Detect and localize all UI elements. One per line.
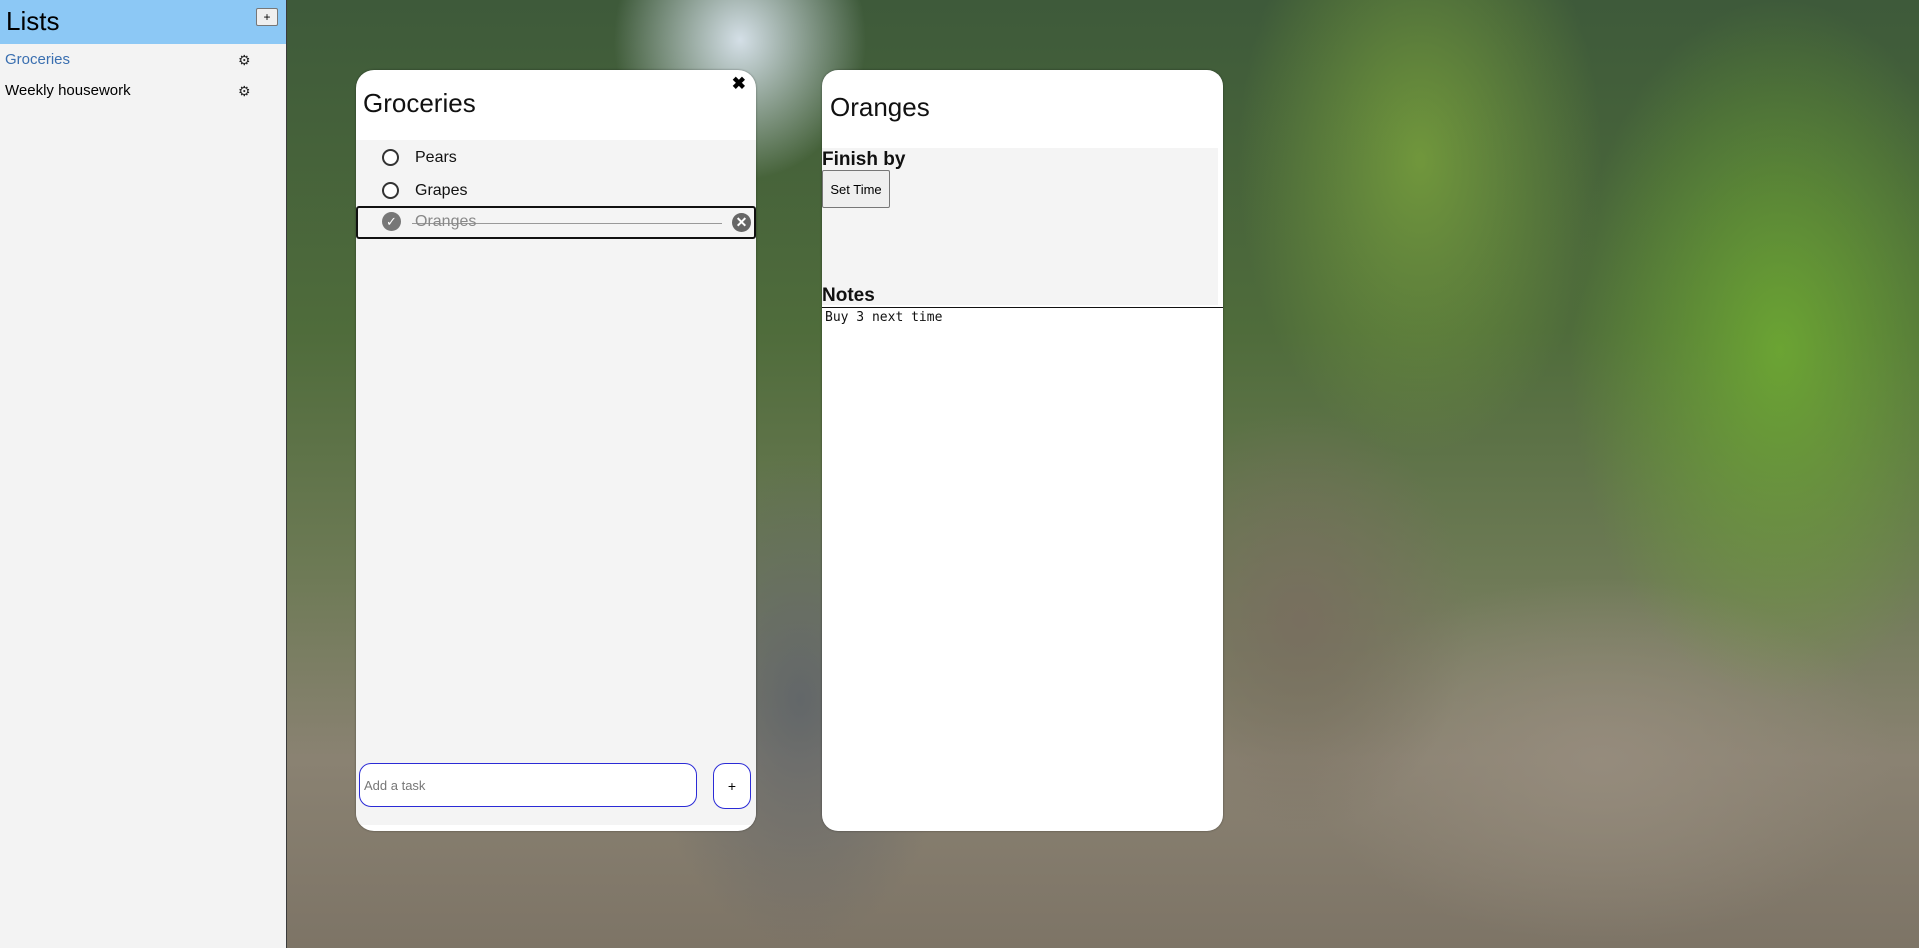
task-item-pears[interactable]: Pears xyxy=(356,142,756,174)
task-list: Pears Grapes ✓ Oranges ✕ xyxy=(356,140,756,825)
list-title: Groceries xyxy=(363,88,476,118)
finish-by-label: Finish by xyxy=(822,149,906,170)
sidebar-item-weekly-housework[interactable]: Weekly housework ⚙ xyxy=(0,76,260,104)
sidebar-header: Lists + xyxy=(0,0,286,44)
notes-label: Notes xyxy=(822,285,875,306)
finish-by-section: Finish by Set Time xyxy=(822,148,1218,305)
list-panel: Groceries ✖ Pears Grapes ✓ Oranges ✕ + xyxy=(356,70,756,831)
sidebar-title: Lists xyxy=(6,6,60,36)
checkbox-circle-icon[interactable] xyxy=(382,149,399,166)
task-detail-panel: Oranges Finish by Set Time Notes Buy 3 n… xyxy=(822,70,1223,831)
add-task-input[interactable] xyxy=(359,763,697,807)
add-task-button[interactable]: + xyxy=(713,763,751,809)
gear-icon[interactable]: ⚙ xyxy=(238,52,251,69)
task-name[interactable]: Oranges xyxy=(415,213,476,231)
notes-divider xyxy=(822,307,1223,308)
task-name[interactable]: Grapes xyxy=(415,182,467,200)
notes-textarea[interactable]: Buy 3 next time xyxy=(825,310,1219,810)
task-item-grapes[interactable]: Grapes xyxy=(356,175,756,207)
task-detail-title: Oranges xyxy=(830,92,930,122)
sidebar-item-label[interactable]: Groceries xyxy=(5,51,70,68)
sidebar-item-label[interactable]: Weekly housework xyxy=(5,82,131,99)
set-time-button[interactable]: Set Time xyxy=(822,170,890,208)
gear-icon[interactable]: ⚙ xyxy=(238,83,251,100)
add-list-button[interactable]: + xyxy=(256,8,278,26)
close-icon[interactable]: ✖ xyxy=(732,74,746,94)
sidebar: Lists + Groceries ⚙ Weekly housework ⚙ xyxy=(0,0,287,948)
checkbox-circle-icon[interactable] xyxy=(382,182,399,199)
task-name[interactable]: Pears xyxy=(415,149,457,167)
checkmark-icon[interactable]: ✓ xyxy=(382,212,401,231)
task-item-oranges[interactable]: ✓ Oranges ✕ xyxy=(356,206,756,239)
sidebar-item-groceries[interactable]: Groceries ⚙ xyxy=(0,45,260,73)
delete-icon[interactable]: ✕ xyxy=(732,213,751,232)
